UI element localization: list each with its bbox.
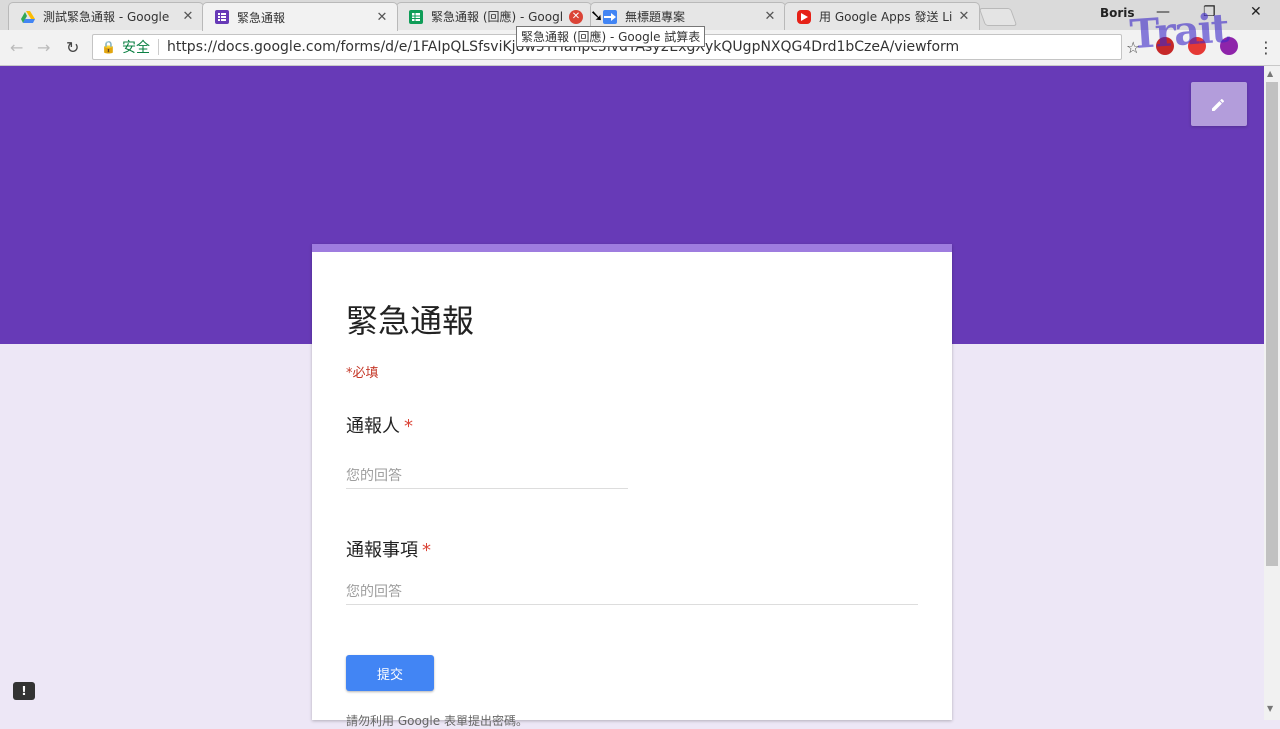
lock-icon: 🔒 bbox=[101, 40, 116, 54]
question-reporter-label: 通報人 * bbox=[346, 412, 413, 438]
mouse-cursor-icon: ➘ bbox=[590, 6, 604, 25]
opera-extension-icon[interactable] bbox=[1188, 37, 1206, 55]
scroll-up-icon[interactable]: ▲ bbox=[1267, 69, 1273, 78]
close-icon[interactable]: ✕ bbox=[569, 9, 583, 24]
question-label-text: 通報人 bbox=[346, 416, 400, 437]
bookmark-star-icon[interactable]: ☆ bbox=[1126, 38, 1140, 57]
reporter-input[interactable] bbox=[346, 468, 628, 489]
matter-input[interactable] bbox=[346, 584, 918, 605]
form-title: 緊急通報 bbox=[346, 302, 475, 340]
close-icon[interactable]: ✕ bbox=[181, 9, 195, 24]
new-tab-button[interactable] bbox=[978, 8, 1018, 26]
footer-note: 請勿利用 Google 表單提出密碼。 bbox=[346, 714, 528, 728]
restore-icon[interactable]: ❐ bbox=[1203, 4, 1216, 20]
tab-youtube[interactable]: 用 Google Apps 發送 Li ✕ bbox=[784, 2, 980, 30]
tab-google-drive[interactable]: 測試緊急通報 - Google ✕ bbox=[8, 2, 204, 30]
close-icon[interactable]: ✕ bbox=[957, 9, 971, 24]
scrollbar-thumb[interactable] bbox=[1266, 82, 1278, 566]
apps-script-icon bbox=[603, 9, 617, 24]
required-asterisk: * bbox=[404, 416, 413, 437]
form-card: 緊急通報 *必填 通報人* 通報事項* 提交 請勿利用 Google 表單提出密… bbox=[312, 244, 952, 728]
question-matter-label: 通報事項 * bbox=[346, 536, 431, 562]
close-icon[interactable]: ✕ bbox=[763, 9, 777, 24]
menu-icon[interactable]: ⋮ bbox=[1258, 38, 1274, 57]
close-icon[interactable]: ✕ bbox=[375, 10, 389, 25]
tab-title: 緊急通報 bbox=[237, 10, 286, 25]
google-drive-icon bbox=[21, 10, 35, 24]
tab-tooltip: 緊急通報 (回應) - Google 試算表 bbox=[516, 26, 706, 47]
tab-google-forms[interactable]: 緊急通報 ✕ bbox=[202, 2, 398, 31]
adblock-extension-icon[interactable] bbox=[1156, 37, 1174, 55]
tab-title: 用 Google Apps 發送 Li bbox=[819, 10, 953, 24]
forward-icon[interactable]: → bbox=[37, 38, 50, 57]
youtube-icon bbox=[797, 9, 811, 24]
google-forms-icon bbox=[215, 10, 229, 24]
minimize-icon[interactable]: — bbox=[1156, 4, 1170, 20]
google-sheets-icon bbox=[409, 9, 423, 24]
profile-name[interactable]: Boris bbox=[1100, 6, 1135, 20]
scroll-down-icon[interactable]: ▼ bbox=[1267, 704, 1273, 713]
tab-title: 測試緊急通報 - Google bbox=[43, 10, 170, 24]
address-divider bbox=[157, 39, 159, 55]
back-icon[interactable]: ← bbox=[10, 38, 23, 57]
required-note: *必填 bbox=[346, 366, 379, 381]
tab-title: 無標題專案 bbox=[625, 10, 686, 24]
window-close-icon[interactable]: ✕ bbox=[1250, 4, 1262, 20]
question-label-text: 通報事項 bbox=[346, 540, 418, 561]
edit-form-button[interactable] bbox=[1191, 82, 1247, 126]
required-asterisk: * bbox=[422, 540, 431, 561]
pencil-icon bbox=[1212, 98, 1225, 111]
extension-icon[interactable] bbox=[1220, 37, 1238, 55]
report-problem-icon[interactable]: ! bbox=[13, 682, 35, 700]
reload-icon[interactable]: ↻ bbox=[66, 38, 79, 57]
submit-button[interactable]: 提交 bbox=[346, 655, 434, 691]
security-label: 安全 bbox=[121, 40, 150, 56]
tab-title: 緊急通報 (回應) - Googl bbox=[431, 10, 564, 24]
